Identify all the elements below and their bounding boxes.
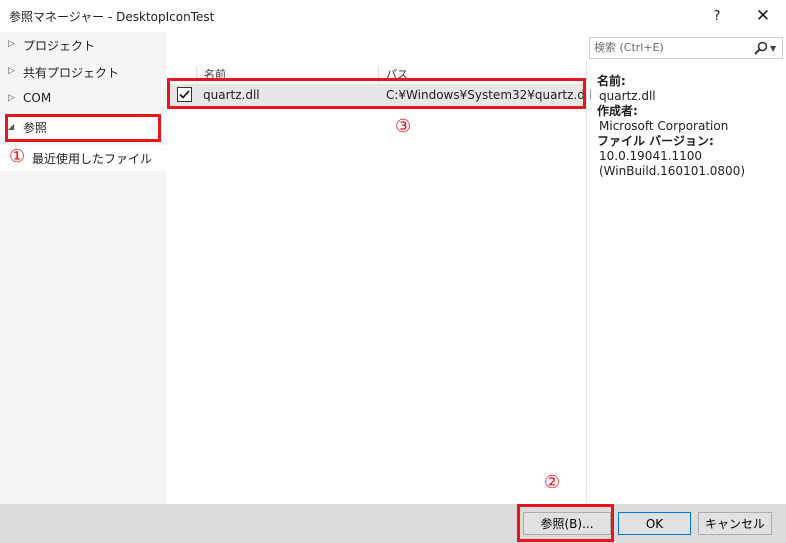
column-header-path[interactable]: パス [386,66,408,82]
reference-list [170,62,586,502]
reference-checkbox[interactable] [177,87,192,102]
browse-button[interactable]: 参照(B)... [523,512,611,535]
collapse-triangle-icon[interactable]: ◢ [8,122,14,131]
annotation-step-2: ② [544,472,561,493]
panel-divider [586,62,590,504]
cancel-button[interactable]: キャンセル [698,512,772,535]
detail-version-label: ファイル バージョン: [597,134,714,148]
search-input[interactable] [594,40,744,55]
nav-item-projects[interactable]: ▷ プロジェクト [0,32,166,58]
search-box[interactable]: ▼ [589,37,783,59]
detail-version-value: 10.0.19041.1100 [599,149,703,163]
annotation-step-3: ③ [395,116,412,137]
window-title: 参照マネージャー - DesktopIconTest [9,10,215,24]
nav-item-shared-projects[interactable]: ▷ 共有プロジェクト [0,59,166,85]
nav-item-label: 共有プロジェクト [23,66,120,80]
nav-item-com[interactable]: ▷ COM [0,86,166,112]
annotation-step-1: ① [9,146,26,167]
expand-triangle-icon[interactable]: ▷ [8,39,15,49]
column-divider[interactable] [378,66,379,84]
column-header-name[interactable]: 名前 [204,66,226,82]
detail-name-label: 名前: [597,74,626,88]
expand-triangle-icon[interactable]: ▷ [8,66,15,76]
checkmark-icon [179,90,190,99]
detail-name-value: quartz.dll [599,89,656,103]
expand-triangle-icon[interactable]: ▷ [8,93,15,103]
detail-author-value: Microsoft Corporation [599,119,729,133]
row-path-cell: C:¥Windows¥System32¥quartz.dll [386,88,592,102]
nav-item-label: 最近使用したファイル [32,152,153,166]
close-button[interactable]: ✕ [746,2,780,30]
nav-item-label: 参照 [23,121,48,135]
nav-item-label: COM [23,91,52,105]
details-panel: 名前: quartz.dll 作成者: Microsoft Corporatio… [597,74,745,179]
search-options-chevron-down-icon[interactable]: ▼ [770,44,776,53]
column-divider[interactable] [196,66,197,84]
ok-button[interactable]: OK [618,512,691,535]
nav-item-label: プロジェクト [23,39,96,53]
row-name-cell: quartz.dll [203,88,260,102]
detail-build-value: (WinBuild.160101.0800) [599,164,746,178]
help-button[interactable]: ? [700,2,734,30]
detail-author-label: 作成者: [597,104,638,118]
search-icon[interactable] [753,40,769,56]
nav-item-browse[interactable]: ◢ 参照 [0,114,166,140]
